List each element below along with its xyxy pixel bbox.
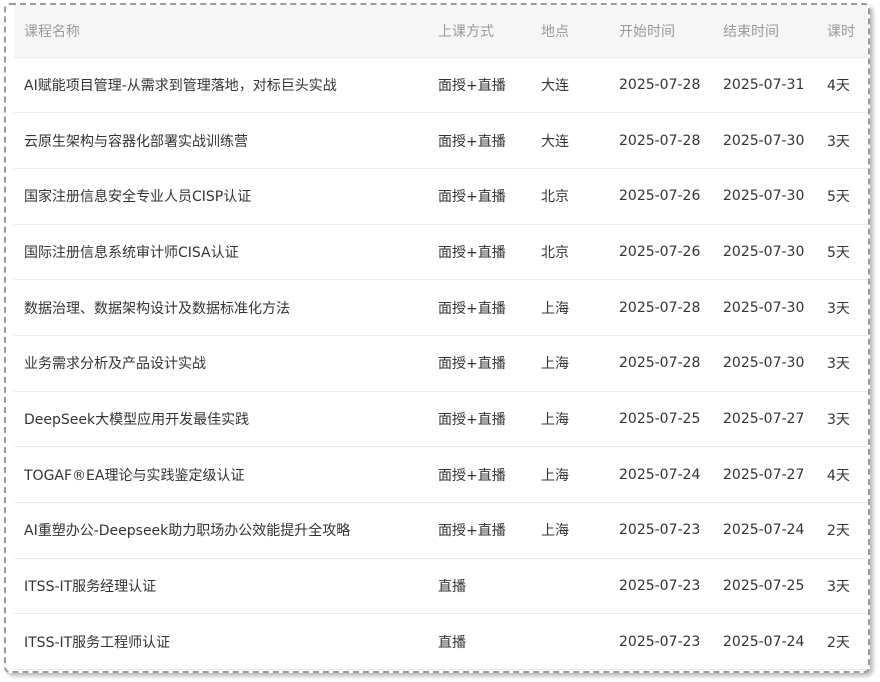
duration: 3天: [817, 335, 868, 392]
start-date: 2025-07-25: [609, 391, 713, 448]
table-row[interactable]: 云原生架构与容器化部署实战训练营 面授+直播 大连 2025-07-28 202…: [14, 112, 868, 169]
end-date: 2025-07-30: [713, 335, 817, 392]
class-mode: 面授+直播: [428, 112, 531, 169]
course-name-link[interactable]: 云原生架构与容器化部署实战训练营: [14, 112, 428, 169]
location: 上海: [531, 502, 609, 559]
class-mode: 面授+直播: [428, 279, 531, 336]
location: 大连: [531, 112, 609, 169]
duration: 3天: [817, 391, 868, 448]
location: 上海: [531, 335, 609, 392]
start-date: 2025-07-23: [609, 502, 713, 559]
class-mode: 面授+直播: [428, 446, 531, 503]
location: [531, 558, 609, 615]
header-start-date: 开始时间: [609, 5, 713, 58]
location: [531, 613, 609, 671]
duration: 2天: [817, 502, 868, 559]
course-table: 课程名称 上课方式 地点 开始时间 结束时间 课时 AI赋能项目管理-从需求到管…: [14, 5, 868, 671]
table-body: AI赋能项目管理-从需求到管理落地，对标巨头实战 面授+直播 大连 2025-0…: [14, 57, 868, 671]
table-row[interactable]: ITSS-IT服务经理认证 直播 2025-07-23 2025-07-25 3…: [14, 558, 868, 615]
course-table-frame: 课程名称 上课方式 地点 开始时间 结束时间 课时 AI赋能项目管理-从需求到管…: [4, 3, 870, 673]
course-name-link[interactable]: DeepSeek大模型应用开发最佳实践: [14, 391, 428, 448]
class-mode: 面授+直播: [428, 391, 531, 448]
duration: 4天: [817, 57, 868, 114]
end-date: 2025-07-24: [713, 613, 817, 671]
class-mode: 面授+直播: [428, 224, 531, 281]
start-date: 2025-07-28: [609, 112, 713, 169]
end-date: 2025-07-27: [713, 391, 817, 448]
table-row[interactable]: TOGAF®EA理论与实践鉴定级认证 面授+直播 上海 2025-07-24 2…: [14, 446, 868, 503]
header-class-mode: 上课方式: [428, 5, 531, 58]
start-date: 2025-07-26: [609, 168, 713, 225]
header-row: 课程名称 上课方式 地点 开始时间 结束时间 课时: [14, 5, 868, 58]
end-date: 2025-07-30: [713, 224, 817, 281]
duration: 2天: [817, 613, 868, 671]
course-name-link[interactable]: ITSS-IT服务工程师认证: [14, 613, 428, 671]
start-date: 2025-07-28: [609, 57, 713, 114]
end-date: 2025-07-25: [713, 558, 817, 615]
class-mode: 面授+直播: [428, 335, 531, 392]
start-date: 2025-07-24: [609, 446, 713, 503]
table-row[interactable]: AI赋能项目管理-从需求到管理落地，对标巨头实战 面授+直播 大连 2025-0…: [14, 57, 868, 114]
header-location: 地点: [531, 5, 609, 58]
start-date: 2025-07-26: [609, 224, 713, 281]
duration: 4天: [817, 446, 868, 503]
table-row[interactable]: ITSS-IT服务工程师认证 直播 2025-07-23 2025-07-24 …: [14, 613, 868, 671]
end-date: 2025-07-30: [713, 112, 817, 169]
end-date: 2025-07-27: [713, 446, 817, 503]
class-mode: 面授+直播: [428, 502, 531, 559]
start-date: 2025-07-28: [609, 279, 713, 336]
location: 大连: [531, 57, 609, 114]
table-row[interactable]: DeepSeek大模型应用开发最佳实践 面授+直播 上海 2025-07-25 …: [14, 391, 868, 448]
table-header: 课程名称 上课方式 地点 开始时间 结束时间 课时: [14, 5, 868, 58]
header-duration: 课时: [817, 5, 868, 58]
location: 上海: [531, 446, 609, 503]
duration: 5天: [817, 224, 868, 281]
course-name-link[interactable]: 数据治理、数据架构设计及数据标准化方法: [14, 279, 428, 336]
end-date: 2025-07-30: [713, 168, 817, 225]
end-date: 2025-07-31: [713, 57, 817, 114]
duration: 3天: [817, 279, 868, 336]
header-end-date: 结束时间: [713, 5, 817, 58]
table-row[interactable]: 国家注册信息安全专业人员CISP认证 面授+直播 北京 2025-07-26 2…: [14, 168, 868, 225]
start-date: 2025-07-23: [609, 613, 713, 671]
location: 北京: [531, 224, 609, 281]
header-course-name: 课程名称: [14, 5, 428, 58]
duration: 3天: [817, 112, 868, 169]
course-name-link[interactable]: 国家注册信息安全专业人员CISP认证: [14, 168, 428, 225]
class-mode: 直播: [428, 558, 531, 615]
table-row[interactable]: AI重塑办公-Deepseek助力职场办公效能提升全攻略 面授+直播 上海 20…: [14, 502, 868, 559]
end-date: 2025-07-30: [713, 279, 817, 336]
course-name-link[interactable]: AI赋能项目管理-从需求到管理落地，对标巨头实战: [14, 57, 428, 114]
location: 北京: [531, 168, 609, 225]
end-date: 2025-07-24: [713, 502, 817, 559]
course-name-link[interactable]: ITSS-IT服务经理认证: [14, 558, 428, 615]
class-mode: 面授+直播: [428, 168, 531, 225]
duration: 3天: [817, 558, 868, 615]
table-row[interactable]: 业务需求分析及产品设计实战 面授+直播 上海 2025-07-28 2025-0…: [14, 335, 868, 392]
course-name-link[interactable]: AI重塑办公-Deepseek助力职场办公效能提升全攻略: [14, 502, 428, 559]
start-date: 2025-07-23: [609, 558, 713, 615]
table-row[interactable]: 数据治理、数据架构设计及数据标准化方法 面授+直播 上海 2025-07-28 …: [14, 279, 868, 336]
duration: 5天: [817, 168, 868, 225]
location: 上海: [531, 279, 609, 336]
course-name-link[interactable]: TOGAF®EA理论与实践鉴定级认证: [14, 446, 428, 503]
table-row[interactable]: 国际注册信息系统审计师CISA认证 面授+直播 北京 2025-07-26 20…: [14, 224, 868, 281]
start-date: 2025-07-28: [609, 335, 713, 392]
location: 上海: [531, 391, 609, 448]
course-name-link[interactable]: 国际注册信息系统审计师CISA认证: [14, 224, 428, 281]
class-mode: 直播: [428, 613, 531, 671]
course-name-link[interactable]: 业务需求分析及产品设计实战: [14, 335, 428, 392]
class-mode: 面授+直播: [428, 57, 531, 114]
